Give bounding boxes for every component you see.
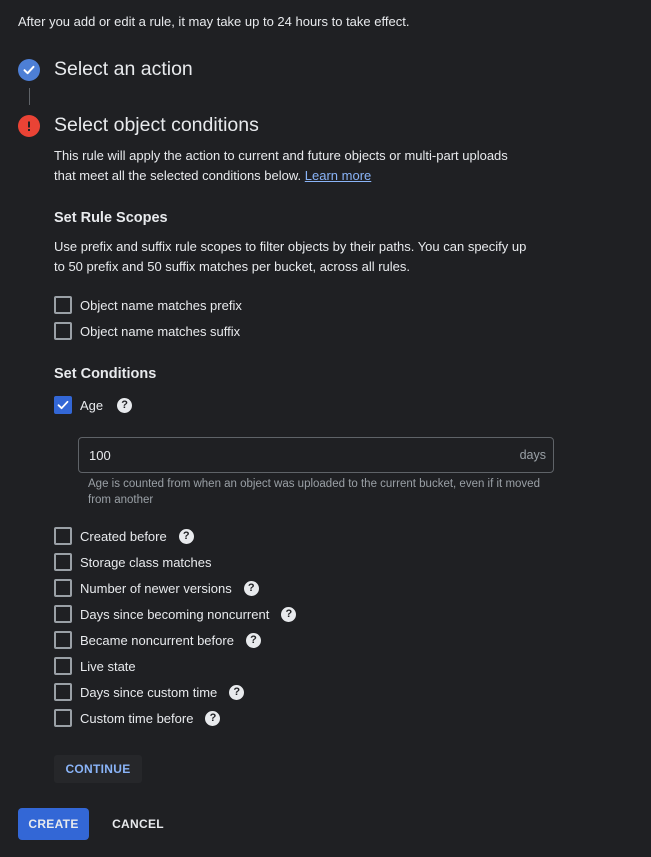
- days-noncurrent-checkbox[interactable]: [54, 605, 72, 623]
- storage-class-label: Storage class matches: [80, 554, 212, 570]
- help-icon[interactable]: ?: [117, 397, 133, 413]
- learn-more-link[interactable]: Learn more: [305, 168, 371, 183]
- prefix-match-option[interactable]: Object name matches prefix: [54, 296, 242, 314]
- help-icon[interactable]: ?: [281, 606, 297, 622]
- help-icon[interactable]: ?: [205, 710, 221, 726]
- age-days-unit: days: [519, 448, 546, 462]
- check-circle-icon: [18, 58, 40, 81]
- conditions-title: Set Conditions: [54, 366, 157, 382]
- created-before-label: Created before: [80, 528, 167, 544]
- age-days-field[interactable]: 100 days: [78, 437, 554, 473]
- newer-versions-checkbox[interactable]: [54, 579, 72, 597]
- help-icon[interactable]: ?: [243, 580, 259, 596]
- storage-class-option[interactable]: Storage class matches: [54, 553, 212, 571]
- create-button[interactable]: CREATE: [18, 808, 89, 840]
- cancel-button[interactable]: CANCEL: [103, 808, 173, 840]
- days-custom-time-option[interactable]: Days since custom time ?: [54, 683, 245, 701]
- created-before-option[interactable]: Created before ?: [54, 527, 194, 545]
- help-icon[interactable]: ?: [229, 684, 245, 700]
- error-circle-icon: [18, 114, 40, 137]
- newer-versions-label: Number of newer versions: [80, 580, 232, 596]
- step-title-action: Select an action: [54, 58, 193, 80]
- checkmark-icon: [57, 400, 69, 410]
- noncurrent-before-label: Became noncurrent before: [80, 632, 234, 648]
- created-before-checkbox[interactable]: [54, 527, 72, 545]
- age-checkbox[interactable]: [54, 396, 72, 414]
- days-custom-time-label: Days since custom time: [80, 684, 218, 700]
- step-title-conditions: Select object conditions: [54, 114, 259, 136]
- age-days-input[interactable]: 100: [89, 448, 111, 463]
- notice-text: After you add or edit a rule, it may tak…: [18, 14, 410, 29]
- help-icon[interactable]: ?: [178, 528, 194, 544]
- custom-time-before-checkbox[interactable]: [54, 709, 72, 727]
- step-select-action[interactable]: Select an action: [18, 58, 193, 81]
- suffix-match-checkbox[interactable]: [54, 322, 72, 340]
- age-option[interactable]: Age ?: [54, 396, 133, 414]
- rule-scopes-description: Use prefix and suffix rule scopes to fil…: [54, 239, 527, 274]
- step-select-conditions[interactable]: Select object conditions: [18, 114, 259, 137]
- rule-scopes-title: Set Rule Scopes: [54, 210, 168, 226]
- noncurrent-before-option[interactable]: Became noncurrent before ?: [54, 631, 261, 649]
- storage-class-checkbox[interactable]: [54, 553, 72, 571]
- age-label: Age: [80, 397, 104, 413]
- live-state-label: Live state: [80, 658, 136, 674]
- suffix-match-option[interactable]: Object name matches suffix: [54, 322, 240, 340]
- noncurrent-before-checkbox[interactable]: [54, 631, 72, 649]
- prefix-match-checkbox[interactable]: [54, 296, 72, 314]
- live-state-option[interactable]: Live state: [54, 657, 136, 675]
- days-noncurrent-option[interactable]: Days since becoming noncurrent ?: [54, 605, 297, 623]
- prefix-match-label: Object name matches prefix: [80, 297, 242, 313]
- live-state-checkbox[interactable]: [54, 657, 72, 675]
- custom-time-before-label: Custom time before: [80, 710, 194, 726]
- custom-time-before-option[interactable]: Custom time before ?: [54, 709, 221, 727]
- newer-versions-option[interactable]: Number of newer versions ?: [54, 579, 259, 597]
- age-hint: Age is counted from when an object was u…: [88, 478, 540, 506]
- days-custom-time-checkbox[interactable]: [54, 683, 72, 701]
- suffix-match-label: Object name matches suffix: [80, 323, 241, 339]
- days-noncurrent-label: Days since becoming noncurrent: [80, 606, 270, 622]
- conditions-intro: This rule will apply the action to curre…: [54, 146, 524, 186]
- conditions-intro-text: This rule will apply the action to curre…: [54, 148, 508, 183]
- continue-button[interactable]: CONTINUE: [54, 755, 142, 783]
- help-icon[interactable]: ?: [245, 632, 261, 648]
- step-connector: [29, 88, 30, 105]
